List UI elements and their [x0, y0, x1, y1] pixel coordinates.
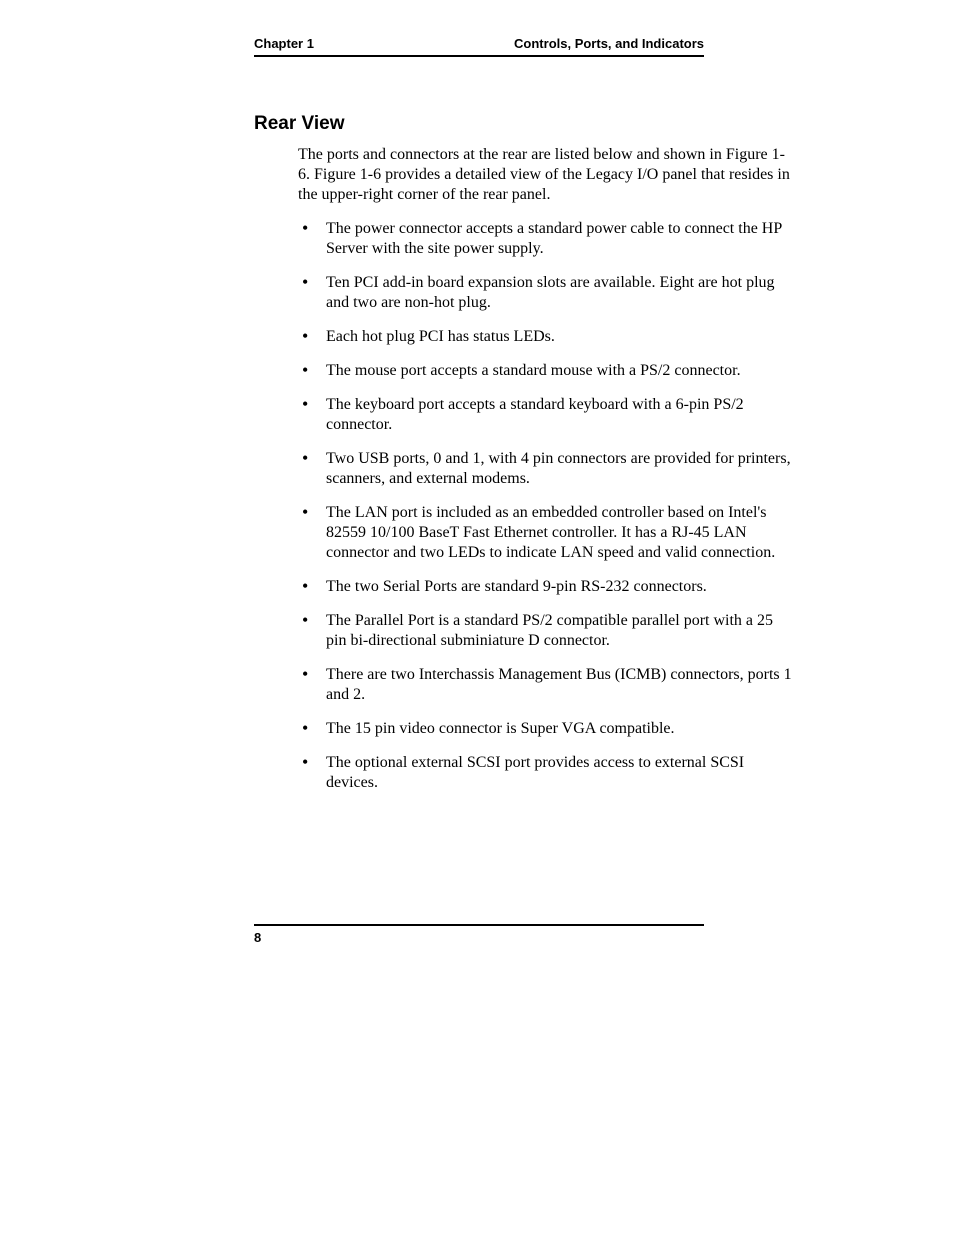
header-right: Controls, Ports, and Indicators [514, 36, 704, 51]
list-item: The keyboard port accepts a standard key… [298, 395, 794, 435]
page-footer: 8 [140, 924, 814, 945]
list-item: Ten PCI add-in board expansion slots are… [298, 273, 794, 313]
page-content: Rear View The ports and connectors at th… [140, 57, 814, 793]
list-item: The Parallel Port is a standard PS/2 com… [298, 611, 794, 651]
bullet-list: The power connector accepts a standard p… [298, 219, 794, 793]
page-number: 8 [254, 930, 814, 945]
intro-paragraph: The ports and connectors at the rear are… [298, 145, 794, 205]
header-left: Chapter 1 [254, 36, 314, 51]
list-item: There are two Interchassis Management Bu… [298, 665, 794, 705]
list-item: The optional external SCSI port provides… [298, 753, 794, 793]
section-heading: Rear View [254, 113, 814, 135]
document-page: Chapter 1 Controls, Ports, and Indicator… [0, 0, 954, 1235]
list-item: Each hot plug PCI has status LEDs. [298, 327, 794, 347]
list-item: The 15 pin video connector is Super VGA … [298, 719, 794, 739]
footer-rule [254, 924, 704, 926]
page-header: Chapter 1 Controls, Ports, and Indicator… [140, 36, 814, 55]
list-item: The mouse port accepts a standard mouse … [298, 361, 794, 381]
list-item: Two USB ports, 0 and 1, with 4 pin conne… [298, 449, 794, 489]
list-item: The two Serial Ports are standard 9-pin … [298, 577, 794, 597]
list-item: The power connector accepts a standard p… [298, 219, 794, 259]
list-item: The LAN port is included as an embedded … [298, 503, 794, 563]
